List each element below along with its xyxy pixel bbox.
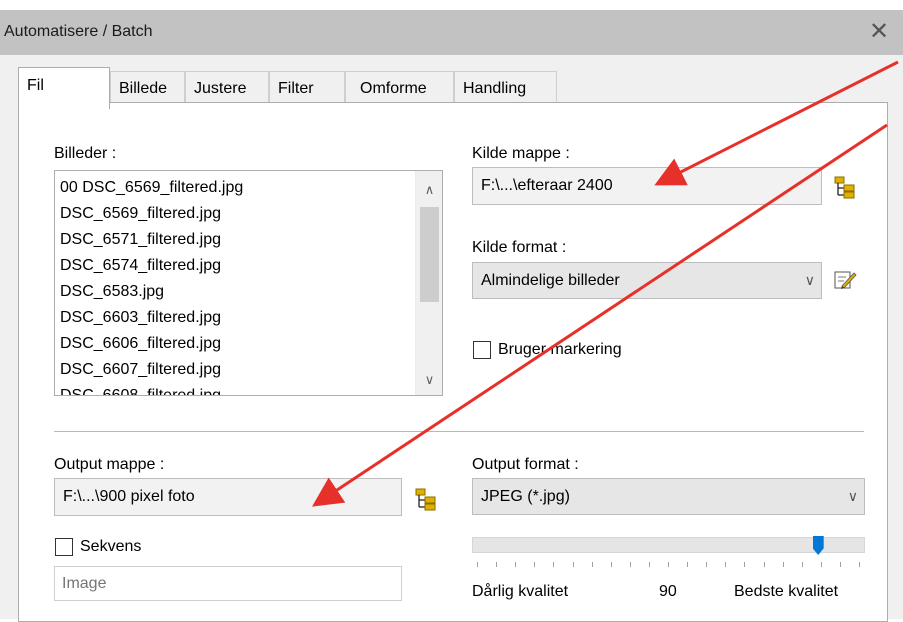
edit-icon[interactable] xyxy=(833,268,857,292)
quality-tick xyxy=(591,562,593,567)
tab-label: Omforme xyxy=(360,80,427,97)
images-list: 00 DSC_6569_filtered.jpg DSC_6569_filter… xyxy=(60,175,243,395)
quality-slider[interactable] xyxy=(472,537,865,553)
chevron-down-icon: ∨ xyxy=(804,272,815,288)
tab-filter[interactable]: Filter xyxy=(269,71,345,106)
tab-omforme[interactable]: Omforme xyxy=(345,71,454,106)
images-listbox[interactable]: 00 DSC_6569_filtered.jpg DSC_6569_filter… xyxy=(54,170,443,396)
tab-handling[interactable]: Handling xyxy=(454,71,557,106)
quality-tick xyxy=(744,562,746,567)
quality-tick xyxy=(534,562,536,567)
output-format-value: JPEG (*.jpg) xyxy=(481,488,570,505)
output-folder-label: Output mappe : xyxy=(54,456,165,473)
quality-tick xyxy=(801,562,803,567)
source-format-value: Almindelige billeder xyxy=(481,272,620,289)
tab-fil[interactable]: Fil xyxy=(18,67,110,109)
source-folder-value: F:\...\efteraar 2400 xyxy=(481,177,613,194)
quality-low-label: Dårlig kvalitet xyxy=(472,583,569,600)
quality-tick xyxy=(668,562,669,567)
close-icon[interactable]: ✕ xyxy=(867,18,891,46)
tab-justere[interactable]: Justere xyxy=(185,71,269,106)
output-folder-field[interactable]: F:\...\900 pixel foto xyxy=(54,478,402,516)
quality-tick xyxy=(859,562,860,567)
quality-tick xyxy=(820,562,822,567)
section-divider xyxy=(54,431,864,432)
name-prefix-input[interactable] xyxy=(54,566,402,601)
sequence-label: Sekvens xyxy=(80,538,142,555)
folder-tree-icon[interactable] xyxy=(414,487,438,511)
list-item[interactable]: DSC_6571_filtered.jpg xyxy=(60,227,243,253)
quality-tick xyxy=(782,562,784,567)
tab-label: Fil xyxy=(27,77,44,94)
quality-tick xyxy=(477,562,478,567)
quality-tick xyxy=(610,562,612,567)
quality-high-label: Bedste kvalitet xyxy=(734,583,839,600)
quality-tick xyxy=(839,562,841,567)
list-item[interactable]: DSC_6603_filtered.jpg xyxy=(60,305,243,331)
tab-label: Billede xyxy=(119,80,168,97)
images-scrollbar[interactable]: ∧ ∨ xyxy=(415,171,442,395)
folder-tree-icon[interactable] xyxy=(833,175,857,199)
source-folder-field[interactable]: F:\...\efteraar 2400 xyxy=(472,167,822,205)
scroll-down-icon[interactable]: ∨ xyxy=(416,369,442,391)
scrollbar-thumb[interactable] xyxy=(420,207,439,302)
tab-label: Filter xyxy=(278,80,314,97)
sequence-checkbox[interactable] xyxy=(55,538,73,556)
quality-tick xyxy=(629,562,631,567)
quality-tick xyxy=(725,562,727,567)
use-selection-label: Bruger markering xyxy=(498,341,622,358)
tab-label: Handling xyxy=(463,80,527,97)
list-item[interactable]: DSC_6606_filtered.jpg xyxy=(60,331,243,357)
list-item[interactable]: DSC_6608_filtered.jpg xyxy=(60,383,243,395)
list-item[interactable]: 00 DSC_6569_filtered.jpg xyxy=(60,175,243,201)
list-item[interactable]: DSC_6569_filtered.jpg xyxy=(60,201,243,227)
quality-value: 90 xyxy=(659,583,677,600)
output-format-select[interactable]: JPEG (*.jpg) ∨ xyxy=(472,478,865,515)
use-selection-checkbox[interactable] xyxy=(473,341,491,359)
quality-tick xyxy=(496,562,498,567)
window-title: Automatisere / Batch xyxy=(4,23,153,40)
list-item[interactable]: DSC_6607_filtered.jpg xyxy=(60,357,243,383)
output-folder-value: F:\...\900 pixel foto xyxy=(63,488,195,505)
quality-tick xyxy=(648,562,650,567)
images-label: Billeder : xyxy=(54,145,117,162)
tab-billede[interactable]: Billede xyxy=(110,71,185,106)
list-item[interactable]: DSC_6583.jpg xyxy=(60,279,243,305)
quality-tick xyxy=(572,562,574,567)
source-folder-label: Kilde mappe : xyxy=(472,145,570,162)
tab-label: Justere xyxy=(194,80,247,97)
quality-tick xyxy=(687,562,689,567)
scroll-up-icon[interactable]: ∧ xyxy=(416,179,442,201)
quality-ticks xyxy=(477,562,860,570)
chevron-down-icon: ∨ xyxy=(847,488,858,504)
source-format-label: Kilde format : xyxy=(472,239,567,256)
quality-tick xyxy=(515,562,517,567)
output-format-label: Output format : xyxy=(472,456,579,473)
title-bar: Automatisere / Batch ✕ xyxy=(0,10,903,55)
quality-tick xyxy=(706,562,708,567)
quality-tick xyxy=(553,562,555,567)
quality-tick xyxy=(763,562,765,567)
source-format-select[interactable]: Almindelige billeder ∨ xyxy=(472,262,822,299)
list-item[interactable]: DSC_6574_filtered.jpg xyxy=(60,253,243,279)
